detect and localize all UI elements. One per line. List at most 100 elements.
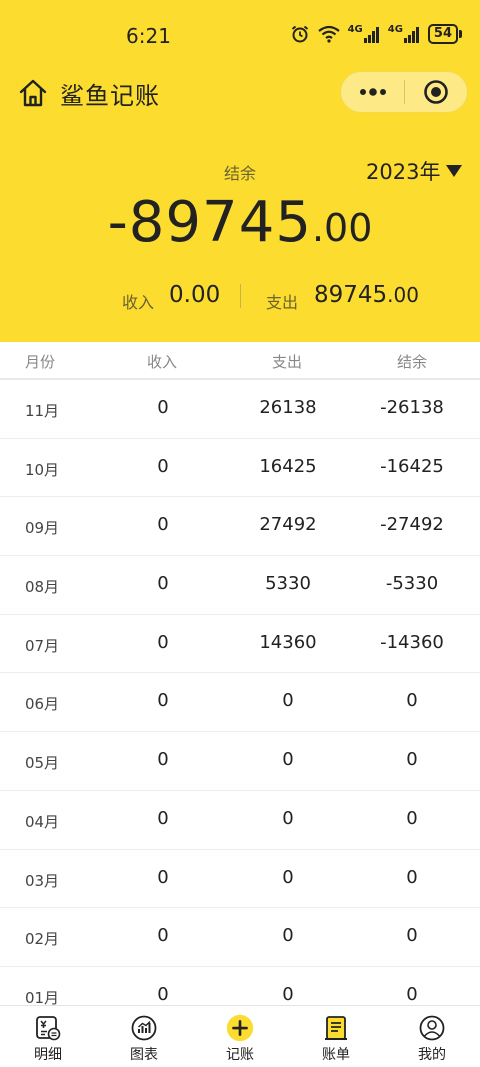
row-income: 0 [157,631,169,653]
row-expense: 5330 [265,573,311,595]
signal-4g-left: 4G [348,25,380,43]
row-income: 0 [157,455,169,477]
balance-amount: -89745.00 [0,190,480,255]
row-income: 0 [157,573,169,595]
status-bar: 6:21 4G 4G 54 [0,0,480,70]
tab-bar: 明细 图表 记账 账单 我的 [0,1005,480,1067]
table-row[interactable]: 09月 0 27492 -27492 [0,497,480,557]
battery-icon: 54 [427,24,462,44]
row-month: 09月 [24,519,60,538]
signal-4g-right: 4G [388,25,420,43]
home-icon[interactable] [18,78,48,108]
tab-label: 我的 [418,1047,446,1063]
tab-profile[interactable]: 我的 [384,1006,480,1067]
row-month: 11月 [24,402,60,420]
expense-decimal: .00 [387,283,419,307]
expense-label: 支出 [266,293,299,312]
table-row[interactable]: 10月 0 16425 -16425 [0,439,480,498]
add-record-icon [226,1014,254,1042]
close-miniprogram-button[interactable] [405,71,467,113]
status-time: 6:21 [126,24,171,48]
table-header: 月份 收入 支出 结余 [0,342,480,380]
row-expense: 0 [282,690,294,712]
tab-label: 记账 [226,1047,254,1063]
table-row[interactable]: 03月 0 0 0 [0,850,480,909]
battery-level: 54 [427,24,458,44]
chart-icon [130,1014,158,1042]
table-row[interactable]: 07月 0 14360 -14360 [0,615,480,674]
row-income: 0 [157,807,169,829]
year-picker[interactable]: 2023年 [366,156,463,186]
alarm-icon [291,25,308,43]
row-income: 0 [157,397,169,418]
row-balance: 0 [406,866,418,888]
table-row[interactable]: 02月 0 0 0 [0,908,480,967]
row-expense: 14360 [259,631,317,653]
wifi-icon [317,25,340,43]
row-income: 0 [157,514,169,536]
row-balance: 0 [406,690,418,712]
row-month: 05月 [24,754,60,773]
expense-integer: 89745 [314,282,388,308]
income-label: 收入 [122,293,155,312]
status-icons: 4G 4G 54 [290,24,462,44]
row-balance: 0 [406,807,418,829]
table-row[interactable]: 04月 0 0 0 [0,791,480,850]
row-balance: -26138 [380,397,444,418]
nav-bar: 鲨鱼记账 [0,70,480,116]
row-expense: 0 [282,866,294,888]
tab-label: 账单 [322,1047,350,1063]
header-month: 月份 [24,353,55,371]
row-expense: 0 [282,925,294,947]
ledger-detail-icon [34,1014,62,1042]
tab-detail[interactable]: 明细 [0,1006,96,1067]
tab-add-record[interactable]: 记账 [192,1006,288,1067]
tab-bill[interactable]: 账单 [288,1006,384,1067]
row-balance: -14360 [380,631,444,653]
table-row[interactable]: 08月 0 5330 -5330 [0,556,480,615]
table-row[interactable]: 06月 0 0 0 [0,673,480,733]
row-income: 0 [157,925,169,947]
row-income: 0 [157,983,169,1005]
row-balance: 0 [406,983,418,1005]
row-month: 06月 [24,695,60,714]
row-balance: 0 [406,749,418,771]
row-month: 08月 [24,578,60,597]
row-expense: 16425 [259,455,317,477]
app-title: 鲨鱼记账 [60,82,160,110]
bill-icon [322,1014,350,1042]
year-value: 2023年 [366,160,441,184]
header-expense: 支出 [271,353,302,371]
row-month: 10月 [24,460,60,479]
header-income: 收入 [146,353,177,371]
row-balance: -16425 [380,455,444,477]
tab-label: 明细 [34,1047,62,1063]
balance-integer: -89745 [107,190,312,255]
row-balance: -27492 [380,514,444,536]
monthly-table: 11月 0 26138 -26138 10月 0 16425 -16425 09… [0,380,480,1026]
tab-chart[interactable]: 图表 [96,1006,192,1067]
row-month: 04月 [24,812,60,831]
row-balance: -5330 [385,573,439,595]
summary-divider [240,284,241,308]
miniprogram-capsule [340,71,468,113]
profile-icon [418,1014,446,1042]
table-row[interactable]: 05月 0 0 0 [0,732,480,791]
balance-decimal: .00 [311,206,373,250]
row-income: 0 [157,749,169,771]
row-expense: 0 [282,749,294,771]
signal-bars-icon [363,27,379,43]
header-balance: 结余 [396,353,427,371]
row-income: 0 [157,690,169,712]
row-expense: 0 [282,983,294,1005]
row-month: 02月 [24,930,60,949]
row-balance: 0 [406,925,418,947]
more-button[interactable] [341,71,404,113]
target-close-icon [424,80,448,104]
income-value: 0.00 [169,282,221,308]
summary-header: 6:21 4G 4G 54 鲨鱼记账 结余 2023年 -89745.00 收入… [0,0,480,342]
network-type-label: 4G [387,24,403,35]
table-row[interactable]: 11月 0 26138 -26138 [0,380,480,439]
income-expense-summary: 收入 0.00 支出 89745.00 [0,280,480,312]
battery-tip [459,30,462,38]
